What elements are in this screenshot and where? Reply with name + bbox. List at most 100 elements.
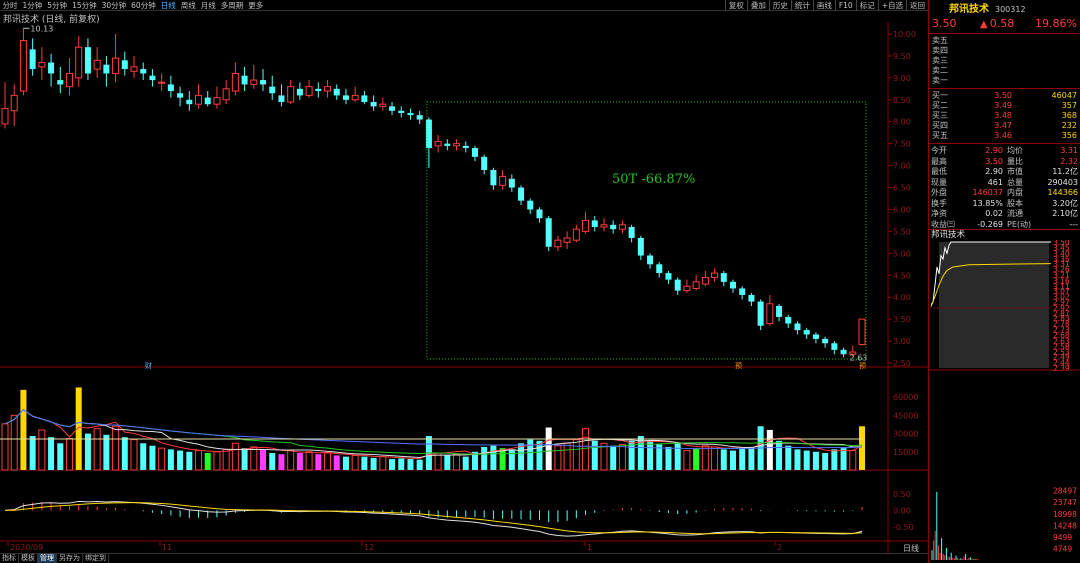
candle <box>481 154 488 175</box>
ask-volume <box>1012 66 1077 76</box>
macd-axis-label: 0.50 <box>893 490 911 499</box>
price-axis-label: 6.00 <box>893 205 911 214</box>
price-axis-label: 8.00 <box>893 118 911 127</box>
volume-bar <box>701 445 709 471</box>
bottom-tab-2[interactable]: 管理 <box>38 554 57 563</box>
kline-chart[interactable]: 10.009.509.008.508.007.507.006.506.005.5… <box>0 0 928 553</box>
event-marker[interactable]: 财 <box>145 361 152 370</box>
volume-bar <box>665 446 672 470</box>
volume-bar <box>370 457 377 470</box>
ask-price <box>962 46 1012 56</box>
price-axis-label: 3.00 <box>893 337 911 346</box>
ask-volume <box>1012 36 1077 46</box>
candle <box>665 270 672 285</box>
stat-value: 0.02 <box>985 209 1003 218</box>
stock-name[interactable]: 邦讯技术 <box>949 0 989 15</box>
candle <box>121 51 128 76</box>
volume-axis-label: 15000 <box>893 448 918 457</box>
volume-bar <box>177 450 184 470</box>
candle <box>499 169 507 190</box>
ask-row: 卖五 <box>929 36 1080 46</box>
volume-bar <box>287 450 295 471</box>
candle <box>195 84 203 109</box>
candle <box>563 231 571 249</box>
event-marker[interactable]: 预 <box>859 361 866 370</box>
volume-bar <box>250 446 258 471</box>
bid-volume: 232 <box>1061 121 1077 130</box>
volume-bar <box>554 445 562 471</box>
stat-label: 换手 <box>931 198 947 208</box>
mini-chart-header: 邦讯技术 <box>929 229 1080 240</box>
volume-bar <box>333 455 340 470</box>
ask-label: 卖五 <box>932 36 948 45</box>
candle <box>103 55 110 87</box>
volume-bar <box>278 454 285 470</box>
volume-bar <box>822 453 829 470</box>
volume-bar <box>674 443 681 470</box>
volume-bar <box>324 452 332 471</box>
candle <box>296 82 303 100</box>
volume-bar <box>75 387 82 470</box>
ask-label: 卖三 <box>932 56 948 65</box>
up-arrow-icon: ▲ <box>980 18 988 30</box>
intraday-mini-chart[interactable]: 3.503.453.403.353.313.263.213.163.113.07… <box>929 240 1080 562</box>
candle <box>38 47 46 81</box>
volume-bar <box>57 443 64 470</box>
stat-label: 均价 <box>1007 146 1023 155</box>
bottom-tab-4[interactable]: 绑定到 <box>83 554 109 563</box>
volume-bar <box>222 448 230 471</box>
candle <box>518 185 525 206</box>
bottom-tab-0[interactable]: 指标 <box>0 554 19 563</box>
range-annotation: 50T -66.87% <box>612 172 695 187</box>
volume-bar <box>453 453 461 471</box>
volume-bar <box>720 449 727 470</box>
stat-value: 3.31 <box>1060 146 1078 155</box>
candle <box>434 134 442 153</box>
price-axis-label: 7.00 <box>893 162 911 171</box>
candle <box>149 69 156 87</box>
volume-bar <box>296 453 303 470</box>
volume-axis-label: 45000 <box>893 411 918 420</box>
price-axis-label: 5.00 <box>893 249 911 258</box>
volume-bar <box>803 450 810 470</box>
volume-bar <box>195 450 203 471</box>
price-row: 3.50 ▲ 0.58 19.86% <box>929 15 1080 31</box>
volume-bar <box>729 450 736 470</box>
volume-bar <box>462 456 469 470</box>
candle <box>29 38 36 76</box>
ask-volume <box>1012 46 1077 56</box>
candle <box>84 38 91 81</box>
volume-bar <box>407 459 414 470</box>
event-marker[interactable]: 预 <box>735 361 742 370</box>
candle <box>757 299 764 331</box>
ask-label: 卖一 <box>932 76 948 85</box>
candle <box>840 347 847 358</box>
ask-volume <box>1012 76 1077 86</box>
bottom-tab-3[interactable]: 另存为 <box>57 554 83 563</box>
volume-bar <box>204 453 211 470</box>
candle <box>600 218 608 232</box>
price-axis-label: 5.50 <box>893 227 911 236</box>
candle <box>471 145 478 162</box>
volume-bar <box>167 449 174 470</box>
candle <box>490 167 497 190</box>
bid-price: 3.47 <box>994 121 1012 130</box>
mini-price-label: 2.39 <box>1053 364 1070 373</box>
volume-bar <box>776 440 783 470</box>
candle <box>748 292 755 306</box>
stat-value: 3.50 <box>985 156 1003 166</box>
mini-price-area <box>939 242 1049 368</box>
bid-row: 买五 3.46 356 <box>929 131 1080 141</box>
date-axis-label: 1 <box>587 543 592 552</box>
stat-label: 内盘 <box>1007 188 1023 197</box>
volume-bar <box>351 454 359 471</box>
candle <box>213 86 221 109</box>
candle <box>1 82 9 129</box>
candle <box>656 262 663 278</box>
candle <box>93 47 101 78</box>
candle <box>692 275 700 291</box>
candle <box>75 36 83 87</box>
bottom-tab-1[interactable]: 模板 <box>19 554 38 563</box>
volume-bar <box>66 437 74 471</box>
high-price-label: 10.13 <box>30 24 53 33</box>
